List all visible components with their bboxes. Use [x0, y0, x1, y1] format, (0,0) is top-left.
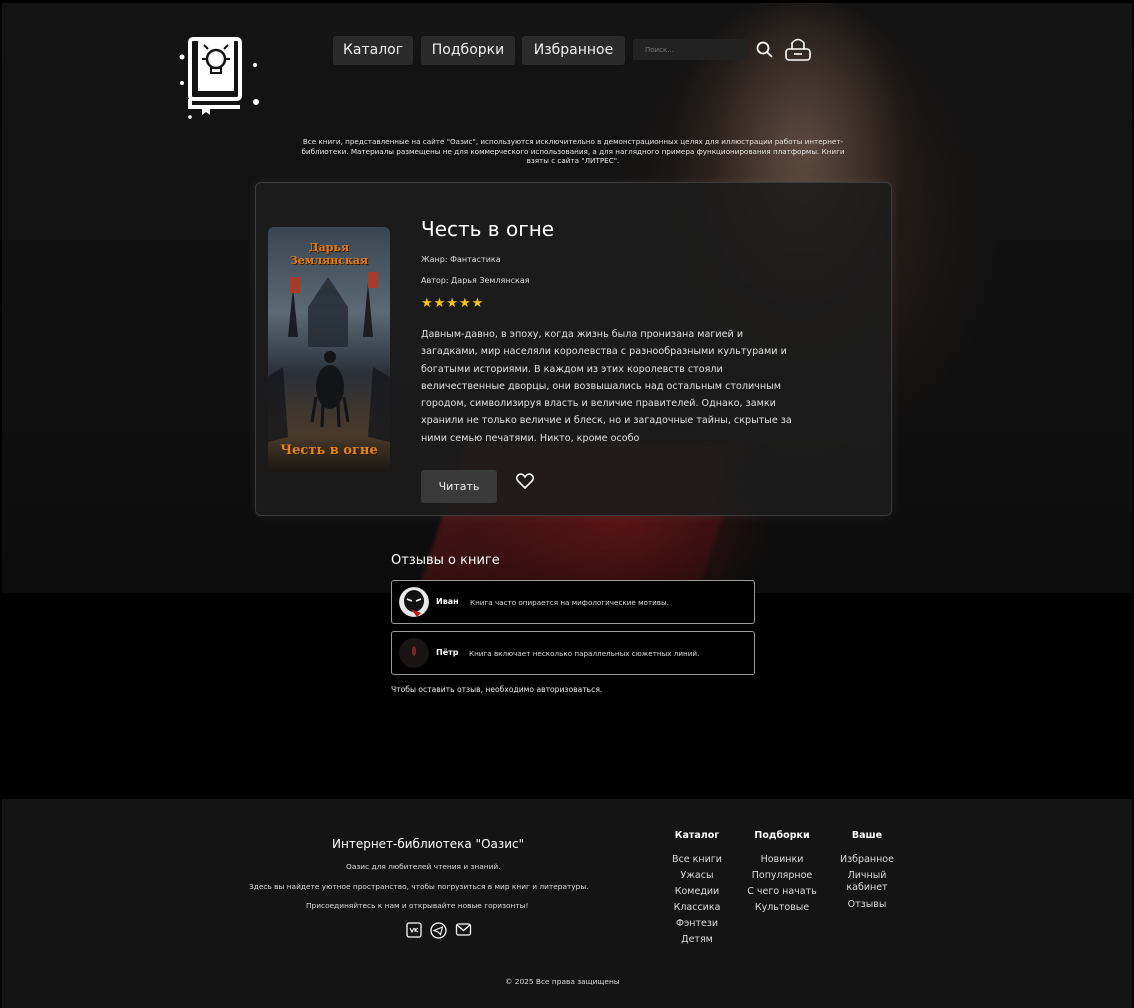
footer-text-line: Здесь вы найдете уютное пространство, чт… [249, 882, 589, 891]
review-author: Пётр [436, 648, 459, 657]
reviews-title: Отзывы о книге [391, 553, 500, 568]
read-button[interactable]: Читать [421, 470, 497, 503]
copyright-text: © 2025 Все права защищены [505, 977, 620, 986]
footer-catalog-heading: Каталог [674, 830, 720, 841]
book-author: Автор: Дарья Землянская [421, 276, 530, 285]
book-lightbulb-icon [179, 37, 259, 119]
footer-link-popular[interactable]: Популярное [737, 870, 827, 882]
footer-link-kids[interactable]: Детям [657, 934, 737, 946]
search-input[interactable] [633, 39, 749, 60]
auth-required-note: Чтобы оставить отзыв, необходимо авториз… [391, 685, 603, 694]
nav-favorites[interactable]: Избранное [522, 36, 625, 65]
footer-link-account[interactable]: Личный кабинет [832, 870, 902, 894]
heart-icon[interactable] [515, 473, 535, 493]
avatar [399, 587, 429, 617]
cover-author-text: Дарья Землянская [289, 241, 369, 267]
review-author: Иван [436, 597, 459, 606]
footer-link-where-to-start[interactable]: С чего начать [737, 886, 827, 898]
footer-link-reviews[interactable]: Отзывы [832, 899, 902, 911]
site-logo[interactable] [176, 35, 266, 120]
review-card: Пётр Книга включает несколько параллельн… [391, 631, 755, 675]
book-title: Честь в огне [421, 217, 555, 241]
book-description: Давным-давно, в эпоху, когда жизнь была … [421, 329, 792, 444]
footer-link-favorites[interactable]: Избранное [832, 854, 902, 866]
footer-link-fantasy[interactable]: Фэнтези [657, 918, 737, 930]
footer-yours-heading: Ваше [851, 830, 883, 841]
book-cover[interactable]: Дарья Землянская Честь в огне [268, 227, 390, 472]
nav-catalog[interactable]: Каталог [333, 36, 413, 65]
review-text: Книга включает несколько параллельных сю… [469, 649, 700, 658]
rating-stars: ★★★★★ [421, 296, 485, 311]
user-icon[interactable] [784, 35, 812, 67]
review-card: Иван Книга часто опирается на мифологиче… [391, 580, 755, 624]
disclaimer-text: Все книги, представленные на сайте "Оази… [301, 137, 845, 165]
footer-collections-heading: Подборки [754, 830, 810, 841]
book-card: Дарья Землянская Честь в огне Честь в ог… [255, 182, 892, 516]
footer-link-horror[interactable]: Ужасы [657, 870, 737, 882]
footer-link-comedy[interactable]: Комедии [657, 886, 737, 898]
cover-title-text: Честь в огне [280, 443, 378, 458]
vk-icon[interactable] [406, 922, 422, 942]
footer-link-new[interactable]: Новинки [737, 854, 827, 866]
footer-link-all-books[interactable]: Все книги [657, 854, 737, 866]
search-icon[interactable] [756, 41, 773, 62]
telegram-icon[interactable] [430, 922, 447, 943]
footer-text-line: Оазис для любителей чтения и знаний. [346, 862, 501, 871]
footer-title: Интернет-библиотека "Оазис" [332, 837, 525, 851]
footer-link-classics[interactable]: Классика [657, 902, 737, 914]
review-text: Книга часто опирается на мифологические … [470, 598, 669, 607]
avatar [399, 638, 429, 668]
footer-link-cult[interactable]: Культовые [737, 902, 827, 914]
book-genre: Жанр: Фантастика [421, 255, 501, 264]
nav-collections[interactable]: Подборки [421, 36, 515, 65]
mail-icon[interactable] [455, 922, 472, 942]
footer-text-line: Присоединяйтесь к нам и открывайте новые… [306, 901, 529, 910]
